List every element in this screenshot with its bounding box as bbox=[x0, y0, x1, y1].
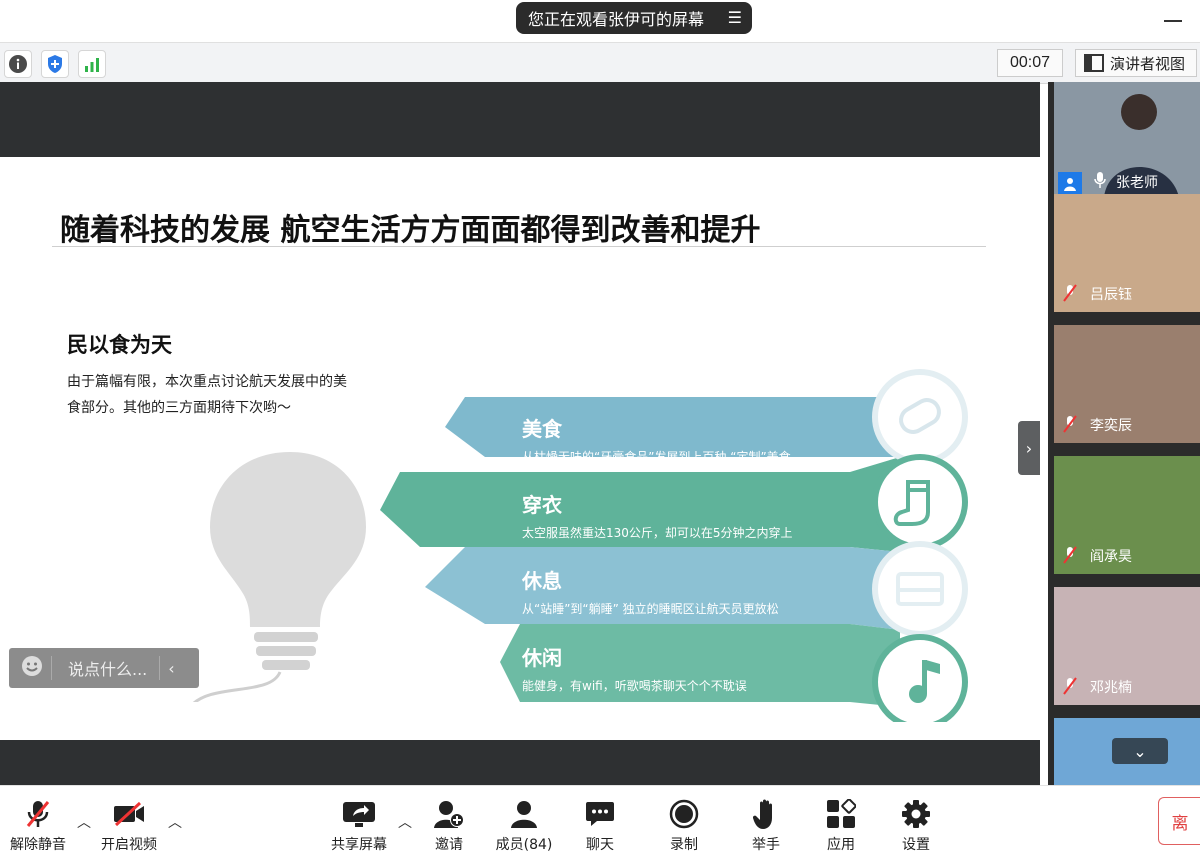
speaker-view-button[interactable]: 演讲者视图 bbox=[1075, 49, 1197, 77]
speaker-view-label: 演讲者视图 bbox=[1110, 54, 1186, 73]
item-title-leisure: 休闲 bbox=[522, 646, 562, 670]
chat-button[interactable]: 聊天 bbox=[578, 786, 622, 854]
item-title-clothing: 穿衣 bbox=[522, 493, 562, 517]
video-tile[interactable]: ⌄ bbox=[1054, 718, 1200, 785]
mic-icon bbox=[1094, 171, 1106, 193]
audio-options-caret-icon[interactable]: ︿ bbox=[77, 812, 91, 832]
share-notice-text: 您正在观看张伊可的屏幕 bbox=[528, 10, 705, 29]
screen-letterbox-bottom bbox=[0, 740, 1040, 785]
unmute-button[interactable]: 解除静音 bbox=[6, 786, 70, 854]
chat-placeholder[interactable]: 说点什么... bbox=[68, 656, 147, 680]
slide-title: 随着科技的发展 航空生活方方面面都得到改善和提升 bbox=[60, 213, 761, 248]
participant-name: 吕辰钰 bbox=[1090, 287, 1132, 303]
participant-name: 阎承昊 bbox=[1090, 549, 1132, 565]
settings-label: 设置 bbox=[902, 837, 930, 853]
raise-hand-button[interactable]: 举手 bbox=[744, 786, 788, 854]
chevron-left-icon[interactable]: ‹ bbox=[168, 659, 174, 678]
share-options-caret-icon[interactable]: ︿ bbox=[398, 812, 412, 832]
chevron-down-icon[interactable]: ⌄ bbox=[1112, 738, 1168, 764]
mic-muted-icon bbox=[1062, 284, 1078, 306]
unmute-label: 解除静音 bbox=[10, 837, 66, 853]
raise-hand-label: 举手 bbox=[752, 837, 780, 853]
shield-icon[interactable] bbox=[41, 50, 69, 78]
video-tile[interactable]: 吕辰钰 bbox=[1054, 194, 1200, 312]
meeting-toolbar: 解除静音 ︿ 开启视频 ︿ 共享屏幕 ︿ 邀请 成员(84) 聊天 录制 举手 … bbox=[0, 785, 1200, 854]
participant-video-panel: 张老师 吕辰钰 李奕辰 阎承昊 邓兆楠 ⌄ bbox=[1048, 82, 1200, 785]
chevron-right-icon: › bbox=[1025, 438, 1033, 458]
signal-strength-icon[interactable] bbox=[78, 50, 106, 78]
video-tile[interactable]: 阎承昊 bbox=[1054, 456, 1200, 574]
layout-icon bbox=[1084, 54, 1104, 72]
item-desc-food: 从枯燥无味的“牙膏食品”发展到上百种 “定制”美食 bbox=[522, 450, 791, 464]
collapse-panel-handle[interactable]: › bbox=[1018, 421, 1040, 475]
info-icon[interactable] bbox=[4, 50, 32, 78]
ribbon-rest-shape bbox=[425, 547, 900, 630]
item-desc-rest: 从“站睡”到“躺睡” 独立的睡眠区让航天员更放松 bbox=[522, 602, 779, 616]
item-desc-clothing: 太空服虽然重达130公斤，却可以在5分钟之内穿上 bbox=[522, 526, 793, 540]
record-button[interactable]: 录制 bbox=[662, 786, 706, 854]
screen-letterbox-top bbox=[0, 82, 1040, 157]
chat-input-box[interactable]: 说点什么... ‹ bbox=[9, 648, 199, 688]
participant-name: 邓兆楠 bbox=[1090, 680, 1132, 696]
add-user-icon bbox=[433, 798, 465, 830]
chat-icon bbox=[585, 798, 615, 830]
settings-button[interactable]: 设置 bbox=[894, 786, 938, 854]
members-button[interactable]: 成员(84) bbox=[494, 786, 554, 854]
share-screen-label: 共享屏幕 bbox=[331, 837, 387, 853]
chat-label: 聊天 bbox=[586, 837, 614, 853]
mic-muted-icon bbox=[1062, 677, 1078, 699]
members-icon bbox=[509, 798, 539, 830]
invite-label: 邀请 bbox=[435, 837, 463, 853]
camera-off-icon bbox=[112, 798, 146, 830]
ribbon-graphic bbox=[380, 369, 968, 722]
title-bar: 您正在观看张伊可的屏幕 ☰ bbox=[0, 0, 1200, 40]
meeting-info-bar: 00:07 演讲者视图 bbox=[0, 42, 1200, 84]
video-tile[interactable]: 李奕辰 bbox=[1054, 325, 1200, 443]
start-video-button[interactable]: 开启视频 bbox=[96, 786, 162, 854]
apps-label: 应用 bbox=[827, 837, 855, 853]
share-screen-icon bbox=[342, 798, 376, 830]
mic-muted-icon bbox=[1062, 415, 1078, 437]
title-divider bbox=[52, 246, 986, 247]
video-options-caret-icon[interactable]: ︿ bbox=[168, 812, 182, 832]
participant-name: 张老师 bbox=[1116, 175, 1158, 191]
mic-muted-icon bbox=[1062, 546, 1078, 568]
participant-name: 李奕辰 bbox=[1090, 418, 1132, 434]
apps-button[interactable]: 应用 bbox=[819, 786, 863, 854]
slide-subtitle: 民以食为天 bbox=[67, 333, 172, 357]
mic-muted-icon bbox=[25, 798, 51, 830]
leave-label: 离 bbox=[1171, 813, 1189, 834]
chat-divider-right bbox=[159, 656, 161, 680]
leave-meeting-button[interactable]: 离 bbox=[1158, 797, 1200, 845]
slide-description: 由于篇幅有限，本次重点讨论航天发展中的美食部分。其他的三方面期待下次哟～ bbox=[67, 374, 347, 416]
item-desc-leisure: 能健身，有wifi，听歌喝茶聊天个个不耽误 bbox=[522, 679, 747, 693]
video-tile[interactable]: 张老师 bbox=[1054, 82, 1200, 200]
apps-icon bbox=[826, 798, 856, 830]
meeting-timer: 00:07 bbox=[997, 49, 1063, 77]
hand-icon bbox=[753, 798, 779, 830]
item-title-food: 美食 bbox=[522, 417, 562, 441]
menu-icon[interactable]: ☰ bbox=[728, 8, 742, 27]
members-label: 成员(84) bbox=[495, 837, 553, 853]
video-tile[interactable]: 邓兆楠 bbox=[1054, 587, 1200, 705]
chat-divider bbox=[51, 656, 52, 680]
record-label: 录制 bbox=[670, 837, 698, 853]
emoji-icon[interactable] bbox=[21, 655, 43, 681]
gear-icon bbox=[901, 798, 931, 830]
invite-button[interactable]: 邀请 bbox=[426, 786, 472, 854]
share-notice-pill[interactable]: 您正在观看张伊可的屏幕 ☰ bbox=[516, 2, 752, 34]
minimize-icon[interactable] bbox=[1164, 20, 1182, 22]
record-icon bbox=[669, 798, 699, 830]
share-screen-button[interactable]: 共享屏幕 bbox=[326, 786, 392, 854]
host-badge-icon bbox=[1058, 172, 1082, 196]
item-title-rest: 休息 bbox=[522, 569, 562, 593]
start-video-label: 开启视频 bbox=[101, 837, 157, 853]
